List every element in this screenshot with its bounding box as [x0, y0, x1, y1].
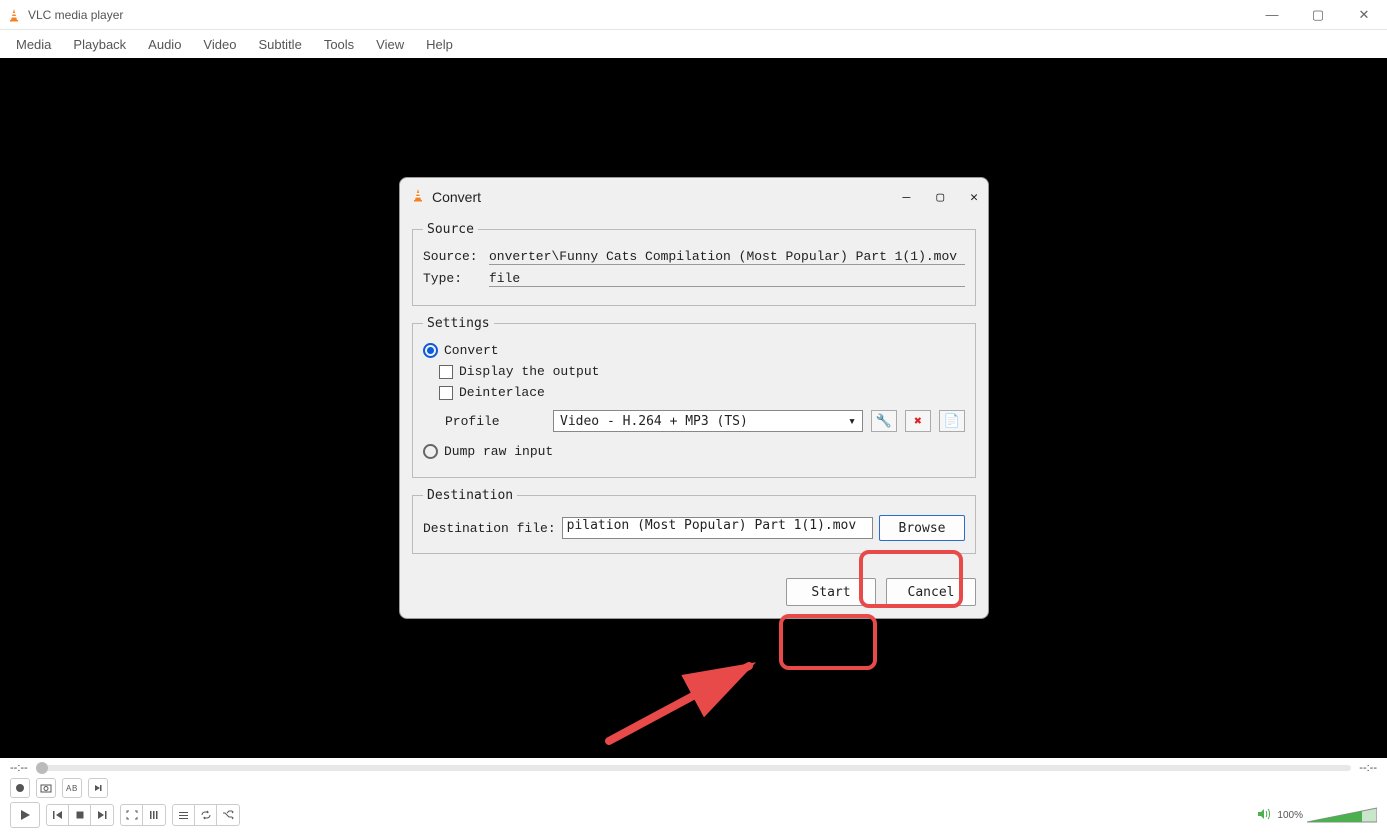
close-button[interactable]: ✕ — [1341, 0, 1387, 30]
snapshot-button[interactable] — [36, 778, 56, 798]
time-total: --:-- — [1359, 762, 1377, 774]
display-output-label: Display the output — [459, 364, 599, 379]
dialog-minimize-button[interactable]: — — [903, 190, 911, 205]
dialog-close-button[interactable]: ✕ — [970, 190, 978, 205]
vlc-icon — [410, 187, 426, 207]
source-label: Source: — [423, 249, 483, 265]
destination-legend: Destination — [423, 488, 517, 503]
convert-radio-row[interactable]: Convert — [423, 343, 965, 358]
profile-row: Profile Video - H.264 + MP3 (TS) ▾ 🔧 ✖ 📄 — [445, 410, 965, 432]
start-button[interactable]: Start — [786, 578, 876, 606]
maximize-button[interactable]: ▢ — [1295, 0, 1341, 30]
prev-button[interactable] — [47, 805, 69, 825]
destination-label: Destination file: — [423, 521, 556, 536]
menu-media[interactable]: Media — [6, 34, 61, 55]
extended-settings-button[interactable] — [143, 805, 165, 825]
cancel-button[interactable]: Cancel — [886, 578, 976, 606]
playlist-group — [172, 804, 240, 826]
speaker-icon[interactable] — [1257, 807, 1273, 824]
fullscreen-button[interactable] — [121, 805, 143, 825]
x-icon: ✖ — [914, 414, 922, 429]
dialog-title: Convert — [432, 189, 481, 205]
vlc-icon — [6, 7, 22, 23]
convert-radio[interactable] — [423, 343, 438, 358]
atob-loop-button[interactable]: AB — [62, 778, 82, 798]
svg-text:B: B — [72, 784, 77, 793]
loop-button[interactable] — [195, 805, 217, 825]
main-controls: 100% — [10, 798, 1377, 828]
convert-dialog: Convert — ▢ ✕ Source Source: onverter\Fu… — [399, 177, 989, 619]
menu-tools[interactable]: Tools — [314, 34, 364, 55]
stop-button[interactable] — [69, 805, 91, 825]
aux-controls: AB — [10, 774, 1377, 798]
new-profile-icon: 📄 — [944, 414, 960, 429]
source-path: onverter\Funny Cats Compilation (Most Po… — [489, 249, 965, 265]
settings-group: Settings Convert Display the output Dein… — [412, 316, 976, 478]
deinterlace-row[interactable]: Deinterlace — [439, 385, 965, 400]
seek-slider[interactable] — [36, 765, 1352, 771]
destination-group: Destination Destination file: pilation (… — [412, 488, 976, 554]
convert-radio-label: Convert — [444, 343, 499, 358]
dump-raw-label: Dump raw input — [444, 444, 553, 459]
dump-raw-radio[interactable] — [423, 444, 438, 459]
play-button[interactable] — [10, 802, 40, 828]
menu-help[interactable]: Help — [416, 34, 463, 55]
seek-knob[interactable] — [36, 762, 48, 774]
menu-audio[interactable]: Audio — [138, 34, 191, 55]
browse-button[interactable]: Browse — [879, 515, 965, 541]
settings-legend: Settings — [423, 316, 494, 331]
volume-slider[interactable] — [1307, 806, 1377, 824]
profile-edit-button[interactable]: 🔧 — [871, 410, 897, 432]
source-type-value: file — [489, 271, 965, 287]
deinterlace-checkbox[interactable] — [439, 386, 453, 400]
deinterlace-label: Deinterlace — [459, 385, 545, 400]
profile-label: Profile — [445, 414, 545, 429]
playlist-button[interactable] — [173, 805, 195, 825]
titlebar: VLC media player — ▢ ✕ — [0, 0, 1387, 30]
menubar: Media Playback Audio Video Subtitle Tool… — [0, 30, 1387, 58]
wrench-icon: 🔧 — [876, 414, 892, 429]
bottom-bar: --:-- --:-- AB 100% — [0, 758, 1387, 832]
profile-delete-button[interactable]: ✖ — [905, 410, 931, 432]
frame-step-button[interactable] — [88, 778, 108, 798]
source-legend: Source — [423, 222, 478, 237]
menu-video[interactable]: Video — [193, 34, 246, 55]
menu-playback[interactable]: Playback — [63, 34, 136, 55]
view-group — [120, 804, 166, 826]
destination-input[interactable]: pilation (Most Popular) Part 1(1).mov — [562, 517, 873, 539]
destination-value: pilation (Most Popular) Part 1(1).mov — [567, 518, 857, 533]
dump-raw-row[interactable]: Dump raw input — [423, 444, 965, 459]
source-type-label: Type: — [423, 271, 483, 287]
volume-area: 100% — [1257, 806, 1377, 824]
dialog-button-row: Start Cancel — [400, 576, 988, 618]
menu-view[interactable]: View — [366, 34, 414, 55]
playback-group — [46, 804, 114, 826]
minimize-button[interactable]: — — [1249, 0, 1295, 30]
window-title: VLC media player — [28, 8, 123, 22]
seek-row: --:-- --:-- — [10, 762, 1377, 774]
volume-percent: 100% — [1277, 810, 1303, 821]
profile-value: Video - H.264 + MP3 (TS) — [560, 414, 748, 429]
shuffle-button[interactable] — [217, 805, 239, 825]
dialog-titlebar[interactable]: Convert — ▢ ✕ — [400, 178, 988, 216]
display-output-checkbox[interactable] — [439, 365, 453, 379]
time-elapsed: --:-- — [10, 762, 28, 774]
chevron-down-icon: ▾ — [848, 414, 856, 429]
next-button[interactable] — [91, 805, 113, 825]
display-output-row[interactable]: Display the output — [439, 364, 965, 379]
source-group: Source Source: onverter\Funny Cats Compi… — [412, 222, 976, 306]
record-button[interactable] — [10, 778, 30, 798]
dialog-maximize-button[interactable]: ▢ — [936, 190, 944, 205]
menu-subtitle[interactable]: Subtitle — [248, 34, 311, 55]
profile-new-button[interactable]: 📄 — [939, 410, 965, 432]
profile-dropdown[interactable]: Video - H.264 + MP3 (TS) ▾ — [553, 410, 863, 432]
